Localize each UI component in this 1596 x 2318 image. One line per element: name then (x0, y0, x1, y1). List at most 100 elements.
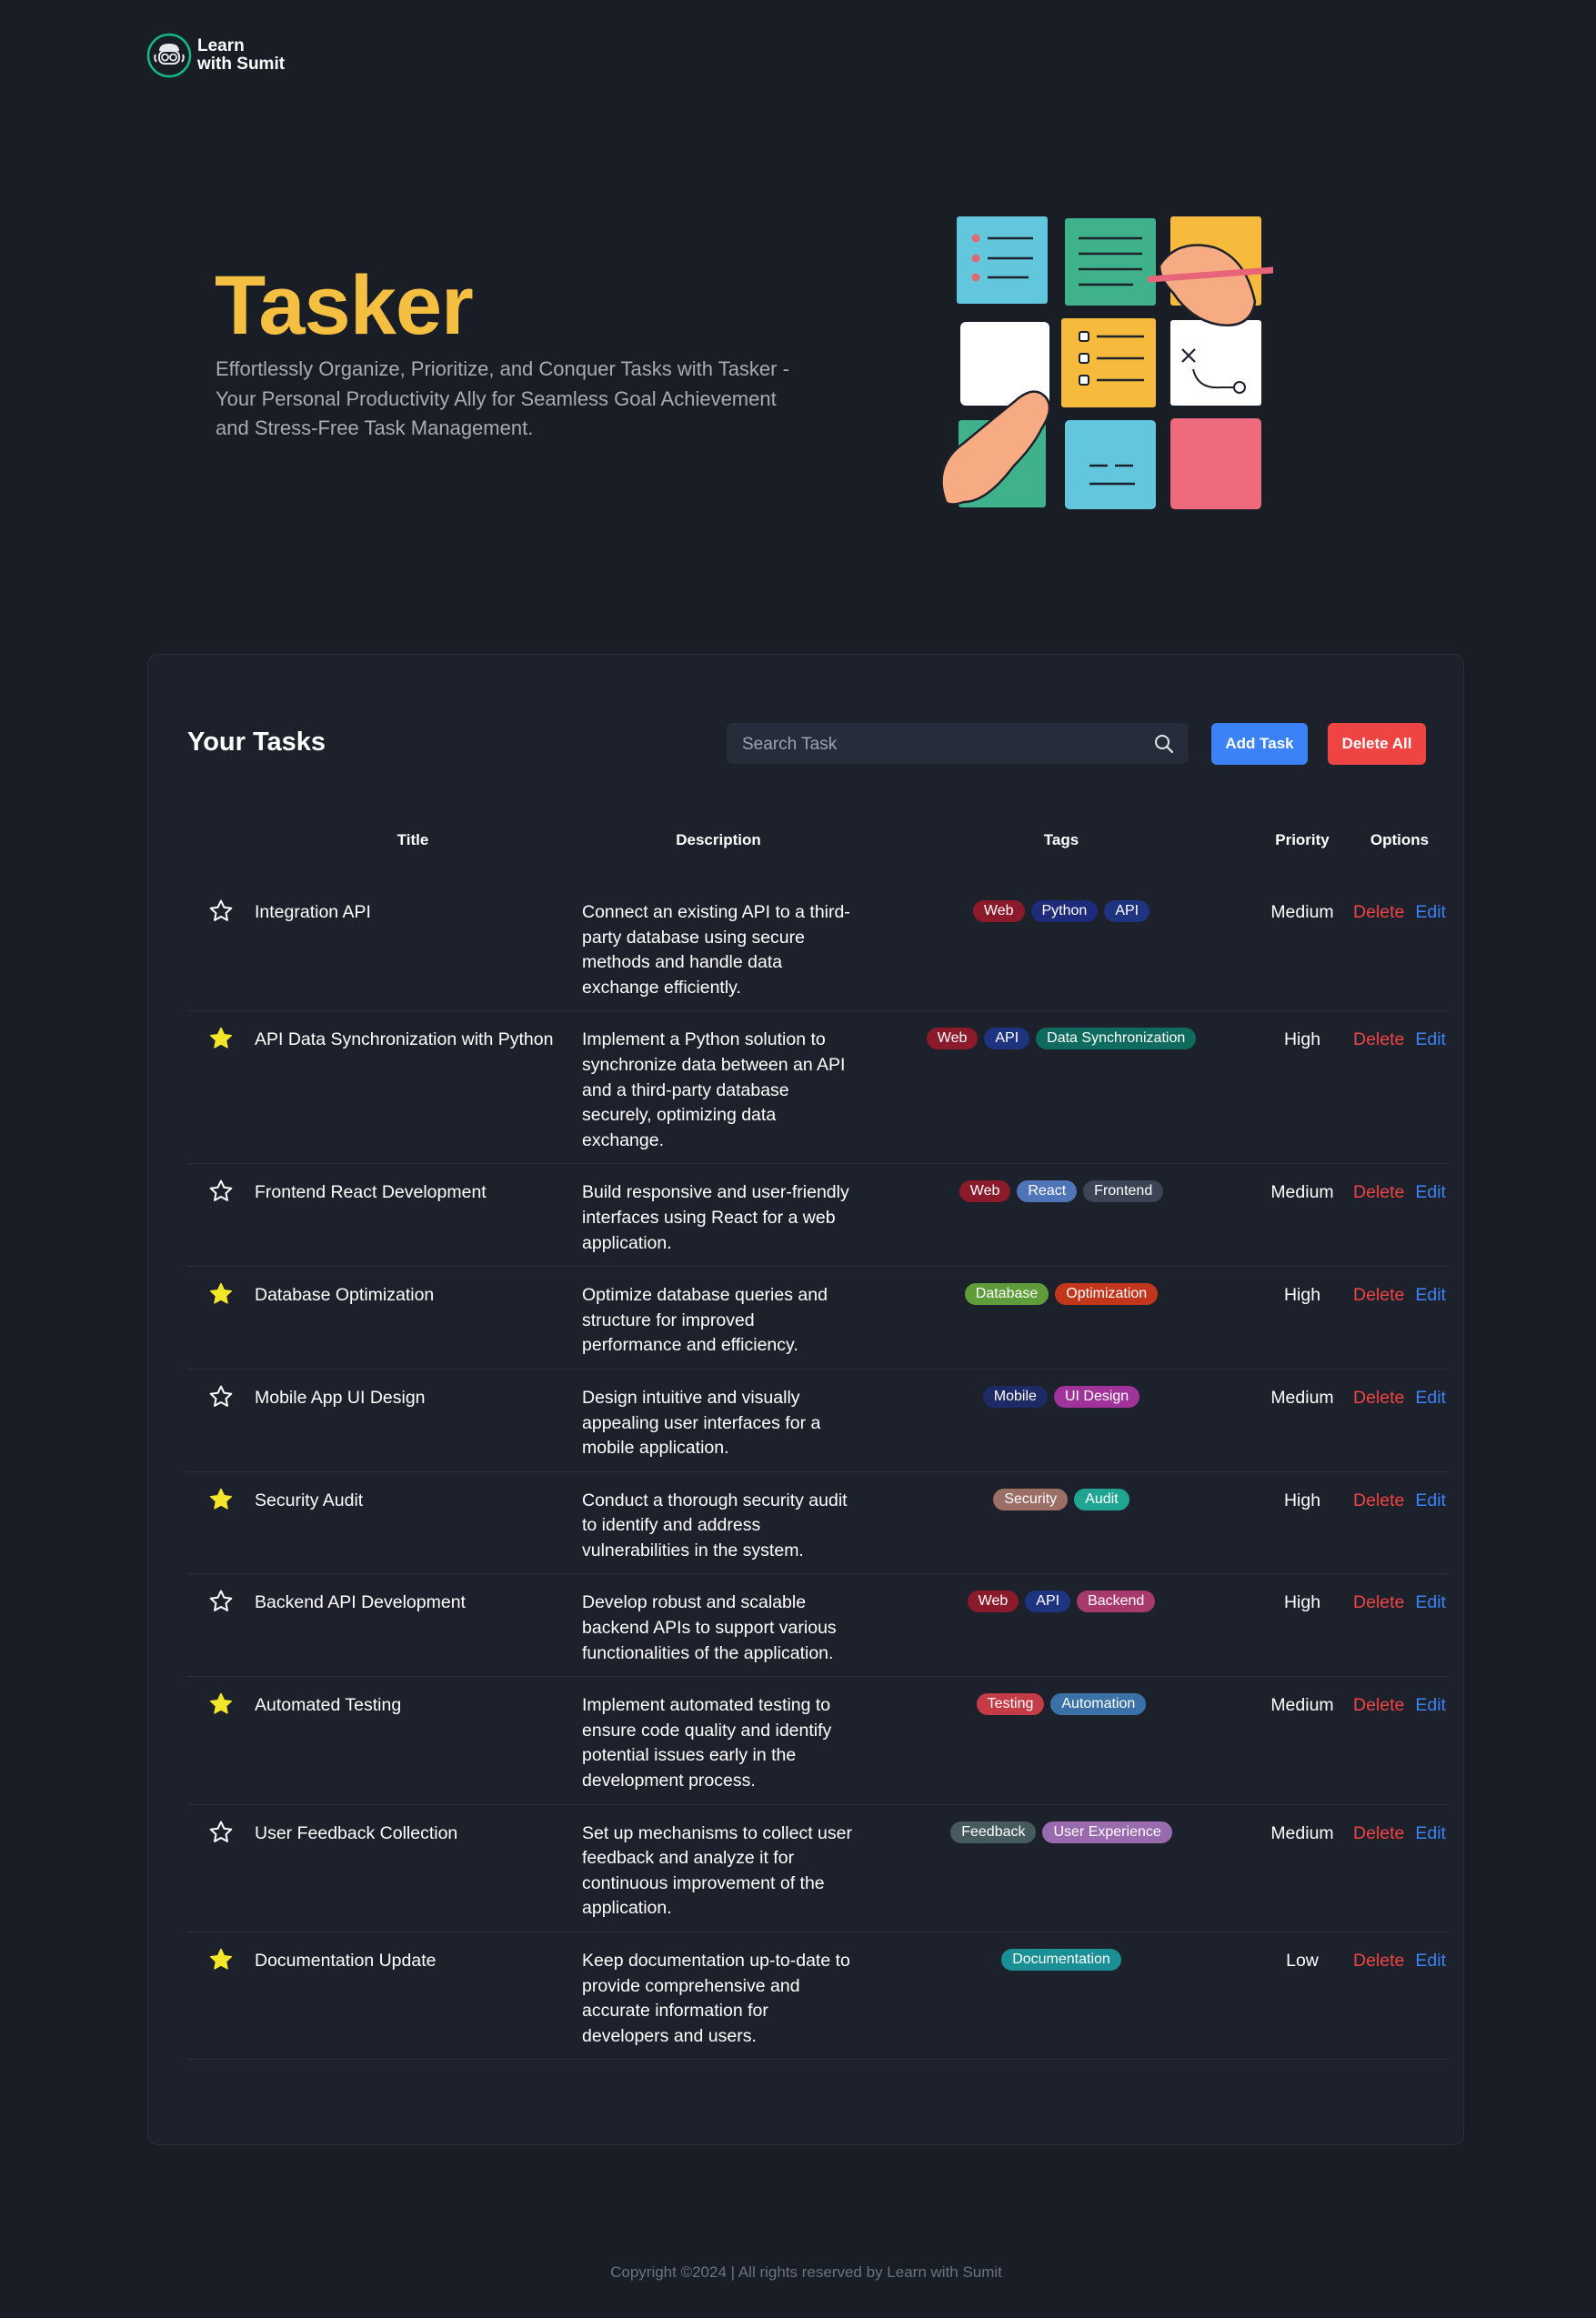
star-filled-icon[interactable] (208, 1281, 234, 1307)
edit-task-button[interactable]: Edit (1415, 902, 1446, 922)
delete-task-button[interactable]: Delete (1353, 1388, 1404, 1408)
star-filled-icon[interactable] (208, 1691, 234, 1717)
tag-badge: Automation (1050, 1693, 1147, 1716)
tag-badge: Frontend (1083, 1180, 1164, 1203)
task-description: Design intuitive and visually appealing … (582, 1387, 821, 1459)
task-priority: High (1283, 1592, 1321, 1613)
task-description: Implement automated testing to ensure co… (582, 1695, 832, 1791)
delete-task-button[interactable]: Delete (1353, 1823, 1404, 1843)
favorite-cell (187, 1011, 255, 1164)
search-box (727, 723, 1189, 766)
delete-task-button[interactable]: Delete (1353, 1592, 1404, 1612)
delete-task-button[interactable]: Delete (1353, 1695, 1404, 1715)
search-input[interactable] (727, 723, 1144, 766)
tag-list: Web API Backend (868, 1590, 1255, 1613)
column-header-tags: Tags (1043, 831, 1079, 848)
task-title: User Feedback Collection (255, 1822, 458, 1843)
column-header-description: Description (676, 831, 761, 848)
table-row: Backend API Development Develop robust an… (187, 1574, 1450, 1677)
edit-task-button[interactable]: Edit (1415, 1285, 1446, 1305)
star-outline-icon[interactable] (208, 1179, 234, 1204)
task-description: Connect an existing API to a third-party… (582, 902, 850, 998)
delete-task-button[interactable]: Delete (1353, 1951, 1404, 1971)
task-tags: Testing Automation (868, 1677, 1255, 1804)
task-priority: High (1283, 1490, 1321, 1510)
tag-list: Documentation (868, 1949, 1255, 1971)
tag-list: Mobile UI Design (868, 1385, 1255, 1408)
task-tags: Web API Backend (868, 1574, 1255, 1677)
delete-task-button[interactable]: Delete (1353, 1285, 1404, 1305)
star-filled-icon[interactable] (208, 1947, 234, 1972)
logo-line-2: with Sumit (197, 55, 286, 74)
favorite-cell (187, 884, 255, 1011)
sticky-notes-illustration (940, 216, 1273, 509)
task-priority: High (1283, 1285, 1321, 1306)
delete-task-button[interactable]: Delete (1353, 1490, 1404, 1510)
tag-badge: Web (926, 1028, 979, 1050)
task-description: Implement a Python solution to synchroni… (582, 1029, 846, 1150)
task-tags: Feedback User Experience (868, 1804, 1255, 1932)
delete-task-button[interactable]: Delete (1353, 902, 1404, 922)
tag-badge: Optimization (1055, 1283, 1159, 1306)
star-outline-icon[interactable] (208, 1820, 234, 1845)
star-filled-icon[interactable] (208, 1026, 234, 1051)
task-tags: Web API Data Synchronization (868, 1011, 1255, 1164)
edit-task-button[interactable]: Edit (1415, 1490, 1446, 1510)
tag-badge: API (984, 1028, 1030, 1050)
table-header-row: Title Description Tags Priority Options (187, 826, 1450, 884)
add-task-button[interactable]: Add Task (1211, 723, 1308, 765)
task-title: Backend API Development (255, 1592, 466, 1613)
edit-task-button[interactable]: Edit (1415, 1695, 1446, 1715)
task-description: Conduct a thorough security audit to ide… (582, 1490, 848, 1560)
task-options: Delete Edit (1350, 1804, 1450, 1932)
favorite-cell (187, 1932, 255, 2060)
tag-badge: Web (959, 1180, 1011, 1203)
task-priority: Medium (1270, 1695, 1334, 1716)
edit-task-button[interactable]: Edit (1415, 1388, 1446, 1408)
task-title: API Data Synchronization with Python (255, 1029, 554, 1050)
favorite-cell (187, 1267, 255, 1370)
delete-task-button[interactable]: Delete (1353, 1029, 1404, 1049)
tag-badge: Database (964, 1283, 1049, 1306)
edit-task-button[interactable]: Edit (1415, 1029, 1446, 1049)
logo-text: Learn with Sumit (197, 37, 285, 74)
task-priority: Medium (1270, 1822, 1334, 1843)
task-priority: Low (1286, 1951, 1319, 1971)
star-outline-icon[interactable] (208, 898, 234, 924)
table-row: Frontend React Development Build responsi… (187, 1164, 1450, 1267)
task-title: Mobile App UI Design (255, 1387, 426, 1408)
star-outline-icon[interactable] (208, 1589, 234, 1614)
table-row: Security Audit Conduct a thorough securit… (187, 1471, 1450, 1574)
tag-badge: Testing (976, 1693, 1045, 1716)
tasks-panel-title: Your Tasks (187, 728, 326, 757)
edit-task-button[interactable]: Edit (1415, 1951, 1446, 1971)
column-header-priority: Priority (1275, 831, 1330, 848)
tag-badge: Web (972, 900, 1025, 922)
task-description: Develop robust and scalable backend APIs… (582, 1592, 837, 1663)
task-tags: Mobile UI Design (868, 1369, 1255, 1471)
task-priority: High (1283, 1029, 1321, 1050)
task-title: Integration API (255, 902, 371, 922)
logo-icon (146, 33, 192, 78)
edit-task-button[interactable]: Edit (1415, 1592, 1446, 1612)
edit-task-button[interactable]: Edit (1415, 1182, 1446, 1202)
tag-list: Web React Frontend (868, 1180, 1255, 1203)
table-row: Documentation Update Keep documentation u… (187, 1932, 1450, 2060)
table-row: Automated Testing Implement automated tes… (187, 1677, 1450, 1805)
star-outline-icon[interactable] (208, 1384, 234, 1410)
column-header-favorite (187, 826, 255, 884)
hero-subtitle: Effortlessly Organize, Prioritize, and C… (216, 357, 789, 439)
tasks-table-body: Integration API Connect an existing API t… (187, 884, 1450, 2060)
edit-task-button[interactable]: Edit (1415, 1823, 1446, 1843)
tag-list: Web Python API (868, 900, 1255, 922)
task-options: Delete Edit (1350, 1471, 1450, 1574)
tag-list: Testing Automation (868, 1693, 1255, 1716)
favorite-cell (187, 1369, 255, 1471)
delete-task-button[interactable]: Delete (1353, 1182, 1404, 1202)
delete-all-button[interactable]: Delete All (1328, 723, 1426, 765)
task-options: Delete Edit (1350, 1677, 1450, 1804)
tag-badge: Feedback (950, 1821, 1037, 1843)
brand-logo[interactable]: Learn with Sumit (146, 33, 285, 78)
search-icon[interactable] (1154, 734, 1174, 754)
star-filled-icon[interactable] (208, 1487, 234, 1512)
